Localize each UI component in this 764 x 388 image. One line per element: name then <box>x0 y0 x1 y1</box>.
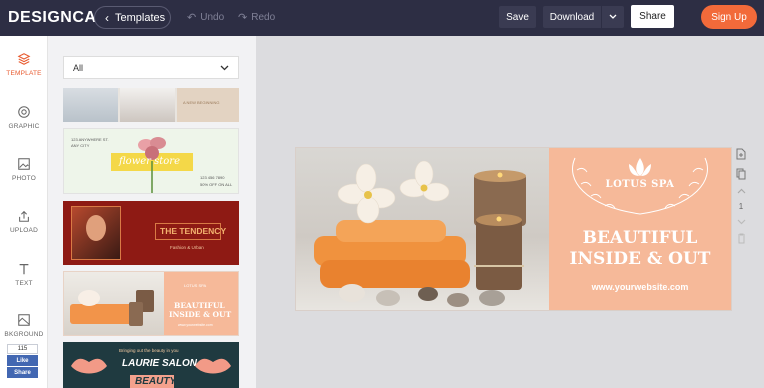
trash-icon[interactable] <box>737 233 746 244</box>
thumb-text: Bringing out the beauty in you <box>119 348 179 353</box>
thumb-title: THE TENDENCY <box>160 226 227 236</box>
thumb-text: 50% OFF ON ALL <box>200 182 233 187</box>
like-label: Like <box>16 357 29 364</box>
lips-icon <box>195 358 231 374</box>
copy-page-icon[interactable] <box>736 168 746 180</box>
face-shape <box>86 215 106 241</box>
facebook-like-button[interactable]: Like <box>7 355 38 366</box>
thumb-title: BEAUTIFUL <box>174 301 225 310</box>
nav-label: PHOTO <box>12 175 36 182</box>
headline-line-1[interactable]: BEAUTIFUL <box>549 228 731 248</box>
towel-shape <box>70 304 132 324</box>
fb-share-label: Share <box>14 369 31 376</box>
like-count: 115 <box>7 344 38 354</box>
headline-line-2[interactable]: INSIDE & OUT <box>549 249 731 269</box>
undo-button[interactable]: ↶ Undo <box>187 11 224 24</box>
photo-icon <box>18 158 30 170</box>
template-panel: All A NEW BEGINNING 123 ANYWHERE ST. ANY… <box>48 36 256 388</box>
chevron-left-icon: ‹ <box>105 10 109 25</box>
page-tools: 1 <box>734 148 748 244</box>
nav-template[interactable]: TEMPLATE <box>0 52 48 77</box>
facebook-widget: 115 Like Share <box>7 344 38 378</box>
download-button[interactable]: Download <box>543 6 624 28</box>
layers-icon <box>17 53 31 65</box>
chevron-up-icon[interactable] <box>737 188 746 194</box>
orchid-shape <box>78 290 100 306</box>
thumb-text: LOTUS SPA <box>184 283 207 288</box>
nav-background[interactable]: BKGROUND <box>0 313 48 338</box>
photo-thumb <box>120 88 175 122</box>
redo-label: Redo <box>251 12 276 23</box>
nav-label: BKGROUND <box>4 331 44 338</box>
brand-name[interactable]: LOTUS SPA <box>549 179 731 190</box>
sign-up-button[interactable]: Sign Up <box>701 5 757 29</box>
nav-label: TEMPLATE <box>6 70 42 77</box>
facebook-share-button[interactable]: Share <box>7 367 38 378</box>
thumb-text: 123 ANYWHERE ST. <box>71 137 109 142</box>
share-button[interactable]: Share <box>631 5 674 28</box>
templates-label: Templates <box>115 11 166 24</box>
templates-button[interactable]: ‹ Templates <box>94 6 171 29</box>
thumb-text: ANY CITY <box>71 143 90 148</box>
editor-canvas[interactable]: LOTUS SPA BEAUTIFUL INSIDE & OUT www.you… <box>256 36 764 388</box>
undo-label: Undo <box>200 12 225 23</box>
chevron-down-icon <box>220 65 229 70</box>
thumb-text: Fashion & Urban <box>170 245 204 250</box>
upload-icon <box>19 210 29 222</box>
template-thumb-flower-store[interactable]: 123 ANYWHERE ST. ANY CITY flower store 1… <box>63 128 239 194</box>
text-icon <box>19 264 29 275</box>
nav-photo[interactable]: PHOTO <box>0 157 48 182</box>
graphic-icon <box>18 106 30 118</box>
spa-illustration <box>314 160 526 307</box>
designcap-logo[interactable]: DESIGNCAP <box>8 9 108 27</box>
page-number: 1 <box>738 202 744 211</box>
thumb-title: INSIDE & OUT <box>169 310 232 319</box>
photo-thumb <box>63 88 118 122</box>
lips-icon <box>71 358 107 374</box>
spa-photo <box>64 272 164 335</box>
left-nav: TEMPLATE GRAPHIC PHOTO UPLOAD TEXT BKGRO… <box>0 36 48 388</box>
template-thumb-laurie-salon[interactable]: Bringing out the beauty in you LAURIE SA… <box>63 342 239 388</box>
top-bar: DESIGNCAP ‹ Templates ↶ Undo ↷ Redo Save… <box>0 0 764 36</box>
template-thumb-lotus-spa[interactable]: LOTUS SPA BEAUTIFUL INSIDE & OUT www.you… <box>63 271 239 336</box>
redo-icon: ↷ <box>238 12 248 24</box>
chevron-down-icon[interactable] <box>737 219 746 225</box>
nav-label: UPLOAD <box>10 227 38 234</box>
template-thumb-1[interactable]: A NEW BEGINNING <box>63 88 239 122</box>
nav-upload[interactable]: UPLOAD <box>0 209 48 234</box>
template-thumb-tendency[interactable]: THE TENDENCY Fashion & Urban <box>63 201 239 265</box>
redo-button[interactable]: ↷ Redo <box>238 11 275 24</box>
photo-thumb: A NEW BEGINNING <box>177 88 239 122</box>
add-page-icon[interactable] <box>736 148 746 160</box>
lotus-icon <box>629 158 651 176</box>
thumb-text: www.yourwebsite.com <box>178 323 213 327</box>
text-panel[interactable]: LOTUS SPA BEAUTIFUL INSIDE & OUT www.you… <box>549 148 731 310</box>
portrait-photo <box>71 206 121 260</box>
save-button[interactable]: Save <box>499 6 536 28</box>
category-select[interactable]: All <box>63 56 239 79</box>
website-url[interactable]: www.yourwebsite.com <box>549 282 731 292</box>
design-page[interactable]: LOTUS SPA BEAUTIFUL INSIDE & OUT www.you… <box>296 148 731 310</box>
nav-label: TEXT <box>15 280 33 287</box>
nav-label: GRAPHIC <box>8 123 40 130</box>
category-value: All <box>73 62 84 73</box>
chevron-down-icon[interactable] <box>601 6 624 28</box>
thumb-title: BEAUTY <box>135 376 177 387</box>
nav-graphic[interactable]: GRAPHIC <box>0 105 48 130</box>
nav-text[interactable]: TEXT <box>0 262 48 287</box>
thumb-text: 123 456 7890 <box>200 175 225 180</box>
thumb-title: flower store <box>119 156 180 167</box>
download-label: Download <box>549 11 595 23</box>
thumb-title: LAURIE SALON <box>122 358 197 369</box>
background-icon <box>18 314 30 326</box>
thumb-text: A NEW BEGINNING <box>183 100 220 105</box>
spa-photo[interactable] <box>296 148 549 310</box>
undo-icon: ↶ <box>187 12 197 24</box>
candle-shape <box>129 302 143 326</box>
